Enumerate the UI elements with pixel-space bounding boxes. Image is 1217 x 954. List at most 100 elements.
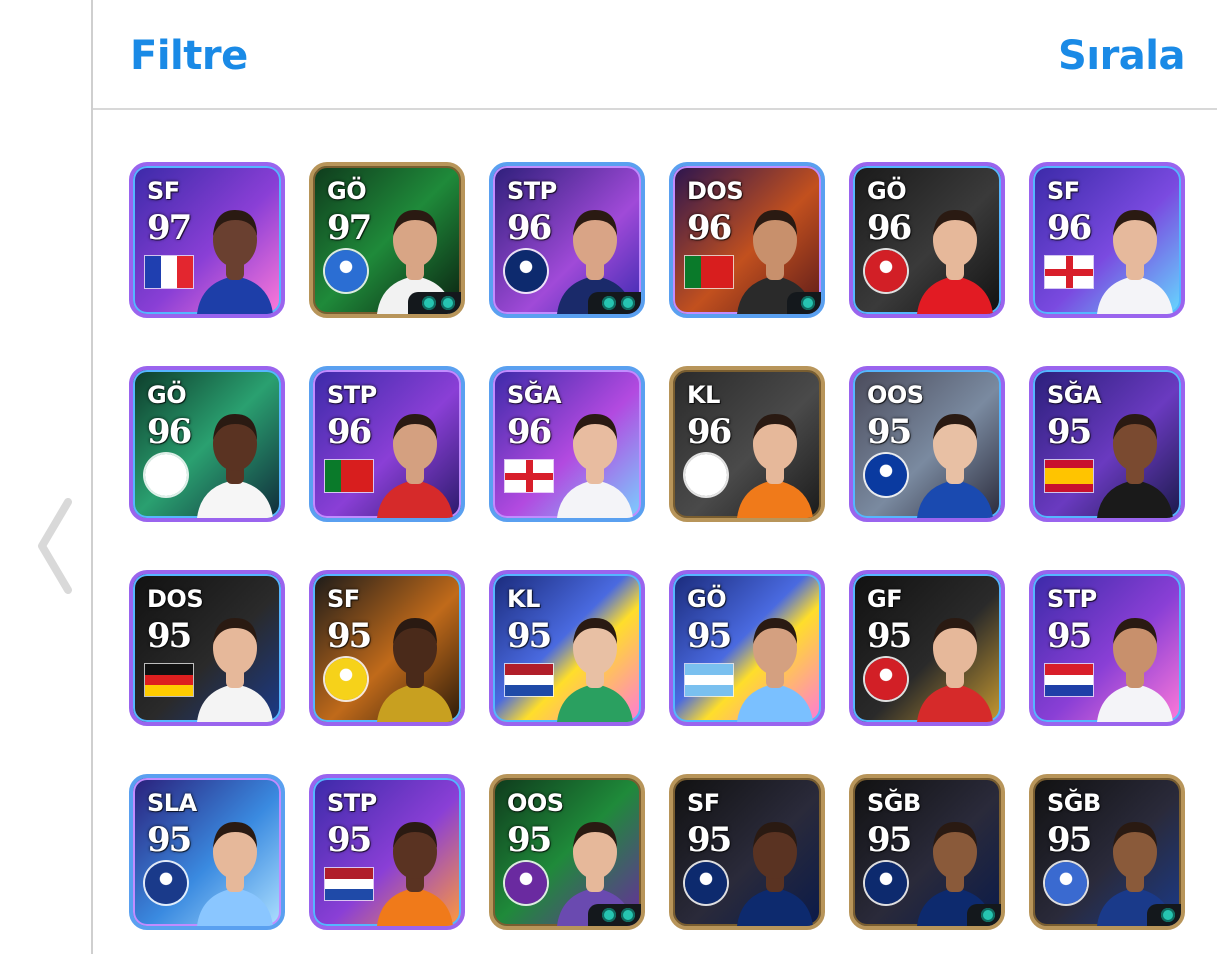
player-card[interactable]: GÖ 95 [669,570,825,726]
player-position: KL [507,585,540,613]
filter-button[interactable]: Filtre [130,30,248,82]
skill-icon [602,908,616,922]
player-rating: 96 [1047,208,1092,248]
player-card[interactable]: STP 95 [309,774,465,930]
player-position: STP [1047,585,1097,613]
player-position: GF [867,585,903,613]
player-card[interactable]: STP 96 [309,366,465,522]
player-portrait [377,414,453,518]
club-crest-icon [865,862,907,904]
skill-indicator [408,292,461,314]
skill-icon [621,908,635,922]
player-card[interactable]: SF 96 [1029,162,1185,318]
player-position: SĞA [1047,381,1102,409]
player-rating: 96 [867,208,912,248]
player-rating: 95 [147,616,192,656]
skill-icon [422,296,436,310]
player-card[interactable]: KL 96 [669,366,825,522]
player-card[interactable]: SĞB 95 [849,774,1005,930]
player-rating: 95 [1047,616,1092,656]
player-rating: 96 [507,412,552,452]
skill-indicator [1147,904,1181,926]
player-rating: 95 [147,820,192,860]
flag-england-icon [505,460,553,492]
back-chevron-icon[interactable] [34,498,74,594]
player-portrait [737,822,813,926]
club-crest-icon [685,862,727,904]
player-portrait [737,618,813,722]
player-card[interactable]: GÖ 97 [309,162,465,318]
player-rating: 96 [687,208,732,248]
player-rating: 95 [507,616,552,656]
skill-indicator [588,904,641,926]
player-card-grid: SF 97 GÖ 97 STP 96 DOS 96 GÖ 96 SF 96 GÖ 96 STP 96 SĞA 96… [129,162,1185,930]
player-portrait [557,618,633,722]
player-portrait [1097,210,1173,314]
player-position: SĞB [867,789,921,817]
player-card[interactable]: KL 95 [489,570,645,726]
player-rating: 95 [1047,820,1092,860]
player-position: GÖ [687,585,727,613]
player-rating: 95 [507,820,552,860]
player-card[interactable]: OOS 95 [489,774,645,930]
header-bar: Filtre Sırala [93,0,1217,110]
flag-france-icon [145,256,193,288]
player-position: KL [687,381,720,409]
player-rating: 95 [867,412,912,452]
sidebar-divider [91,0,93,954]
club-crest-icon [865,658,907,700]
player-card[interactable]: STP 96 [489,162,645,318]
skill-icon [1161,908,1175,922]
club-crest-icon [145,454,187,496]
flag-portugal-icon [685,256,733,288]
player-rating: 95 [1047,412,1092,452]
player-position: GÖ [867,177,907,205]
player-position: SLA [147,789,197,817]
club-crest-icon [325,658,367,700]
club-crest-icon [865,250,907,292]
player-portrait [377,618,453,722]
player-card[interactable]: GÖ 96 [129,366,285,522]
sort-button[interactable]: Sırala [1058,30,1185,82]
player-card[interactable]: DOS 95 [129,570,285,726]
player-card[interactable]: SĞA 96 [489,366,645,522]
player-card[interactable]: GF 95 [849,570,1005,726]
player-card[interactable]: SLA 95 [129,774,285,930]
flag-england-icon [1045,256,1093,288]
player-card[interactable]: OOS 95 [849,366,1005,522]
club-crest-icon [145,862,187,904]
skill-indicator [787,292,821,314]
skill-icon [801,296,815,310]
player-position: SĞB [1047,789,1101,817]
player-portrait [917,618,993,722]
player-portrait [197,210,273,314]
player-rating: 96 [147,412,192,452]
player-position: GÖ [327,177,367,205]
player-card[interactable]: STP 95 [1029,570,1185,726]
player-card[interactable]: SF 97 [129,162,285,318]
player-rating: 96 [687,412,732,452]
flag-germany-icon [145,664,193,696]
flag-netherlands-icon [325,868,373,900]
player-position: STP [507,177,557,205]
player-rating: 96 [507,208,552,248]
player-rating: 97 [147,208,192,248]
player-card[interactable]: SĞB 95 [1029,774,1185,930]
player-rating: 95 [687,616,732,656]
player-card[interactable]: SĞA 95 [1029,366,1185,522]
player-card[interactable]: SF 95 [309,570,465,726]
player-rating: 95 [327,820,372,860]
player-card[interactable]: DOS 96 [669,162,825,318]
player-rating: 96 [327,412,372,452]
skill-icon [602,296,616,310]
flag-croatia-icon [1045,664,1093,696]
player-position: SĞA [507,381,562,409]
player-card[interactable]: GÖ 96 [849,162,1005,318]
player-rating: 95 [327,616,372,656]
player-rating: 95 [867,616,912,656]
player-position: DOS [147,585,204,613]
club-crest-icon [325,250,367,292]
club-crest-icon [505,250,547,292]
player-rating: 95 [867,820,912,860]
player-card[interactable]: SF 95 [669,774,825,930]
